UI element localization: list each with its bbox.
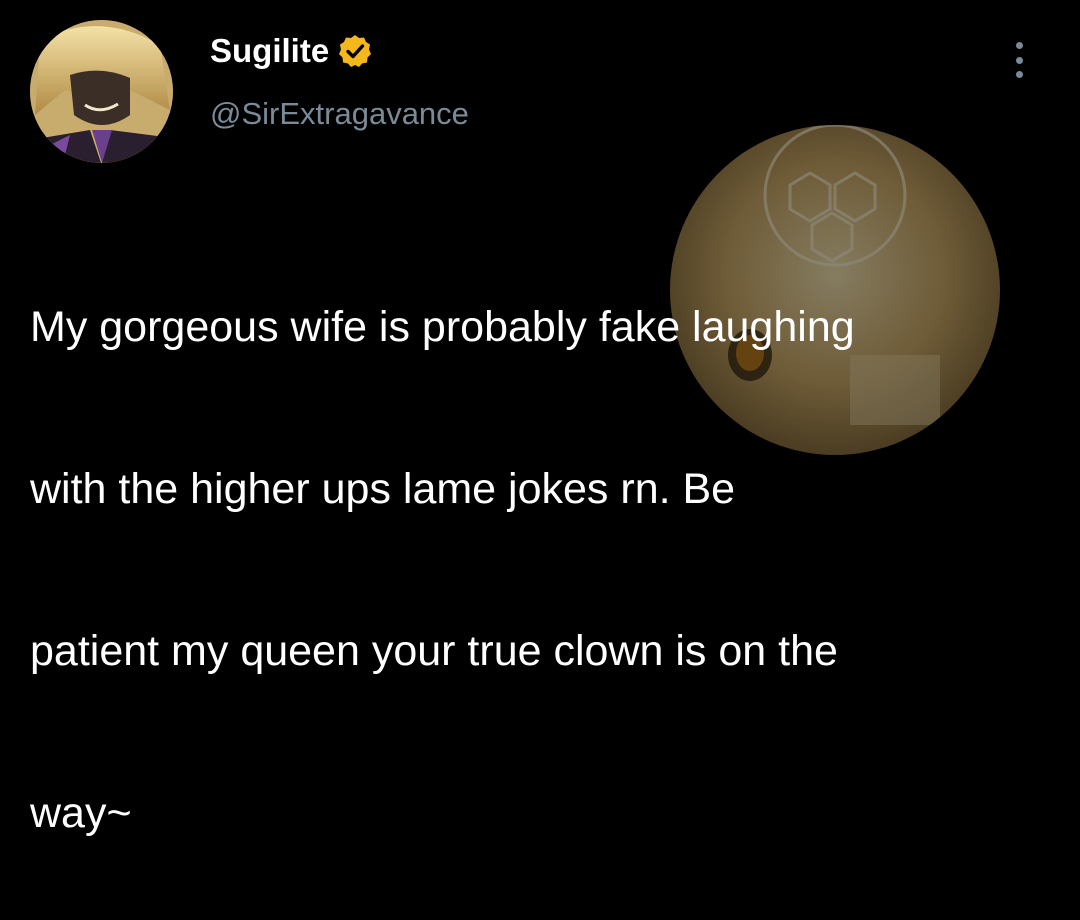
user-handle[interactable]: @SirExtragavance (210, 96, 469, 132)
avatar[interactable] (30, 20, 173, 163)
verified-badge-icon (337, 33, 373, 69)
more-vertical-icon (1015, 56, 1023, 64)
tweet-text-line: patient my queen your true clown is on t… (30, 627, 838, 675)
tweet-text: My gorgeous wife is probably fake laughi… (30, 192, 1070, 920)
tweet-header: Sugilite @SirExtragavance (210, 28, 469, 132)
tweet-text-line: My gorgeous wife is probably fake laughi… (30, 303, 855, 351)
name-row: Sugilite (210, 28, 469, 74)
tweet-card[interactable]: Sugilite @SirExtragavance My gorgeous wi… (0, 0, 1080, 837)
tweet-text-line: way~ (30, 789, 132, 837)
more-options-button[interactable] (1004, 40, 1034, 80)
tweet-text-line: with the higher ups lame jokes rn. Be (30, 465, 736, 513)
more-vertical-icon (1015, 42, 1023, 49)
more-vertical-icon (1015, 71, 1023, 78)
display-name[interactable]: Sugilite (210, 32, 329, 70)
